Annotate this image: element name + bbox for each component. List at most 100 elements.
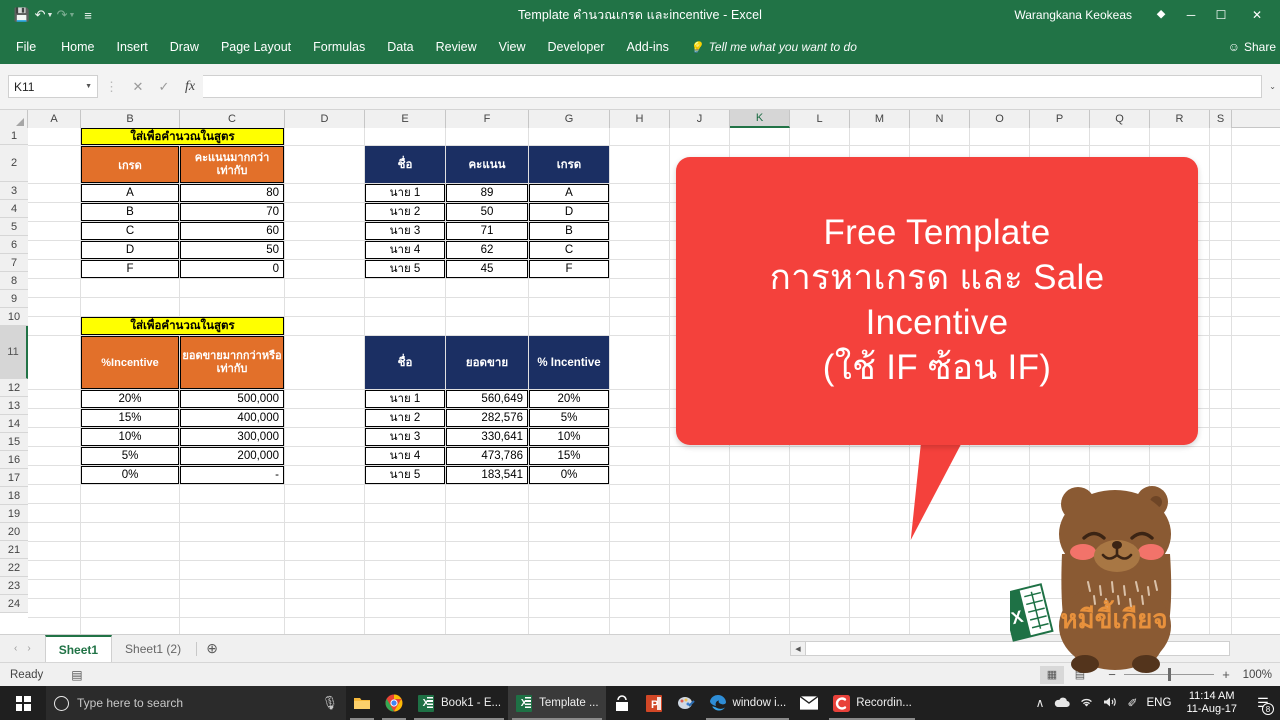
taskbar-excel-template[interactable]: X Template ... xyxy=(508,686,606,720)
restore-button[interactable]: ☐ xyxy=(1206,0,1236,30)
insert-function-icon[interactable]: fx xyxy=(177,75,203,98)
grade-lookup-score-cell[interactable]: 0 xyxy=(180,260,284,278)
grade-lookup-grade-cell[interactable]: A xyxy=(81,184,179,202)
grade-result-name-cell[interactable]: นาย 5 xyxy=(365,260,445,278)
tell-me-box[interactable]: 💡 Tell me what you want to do xyxy=(690,40,857,54)
grade-result-grade-cell[interactable]: C xyxy=(529,241,609,259)
column-header-D[interactable]: D xyxy=(285,110,365,128)
row-header-22[interactable]: 22 xyxy=(0,559,28,577)
grade-lookup-grade-cell[interactable]: C xyxy=(81,222,179,240)
column-header-C[interactable]: C xyxy=(180,110,285,128)
incentive-lookup-banner[interactable]: ใส่เพื่อคำนวณในสูตร xyxy=(81,317,284,335)
column-header-A[interactable]: A xyxy=(28,110,81,128)
row-header-4[interactable]: 4 xyxy=(0,200,28,218)
macro-record-icon[interactable]: ▤ xyxy=(71,668,82,682)
row-header-12[interactable]: 12 xyxy=(0,379,28,397)
grade-result-score-cell[interactable]: 71 xyxy=(446,222,528,240)
grade-result-score-cell[interactable]: 62 xyxy=(446,241,528,259)
incentive-lookup-sales-cell[interactable]: - xyxy=(180,466,284,484)
customize-qat-icon[interactable]: ≡ xyxy=(78,4,98,26)
row-header-10[interactable]: 10 xyxy=(0,308,28,326)
incentive-result-sales-cell[interactable]: 282,576 xyxy=(446,409,528,427)
tab-add-ins[interactable]: Add-ins xyxy=(616,30,680,64)
column-header-Q[interactable]: Q xyxy=(1090,110,1150,128)
row-header-20[interactable]: 20 xyxy=(0,523,28,541)
incentive-lookup-header-pct[interactable]: %Incentive xyxy=(81,336,179,389)
incentive-lookup-pct-cell[interactable]: 10% xyxy=(81,428,179,446)
column-header-L[interactable]: L xyxy=(790,110,850,128)
grade-result-header-score[interactable]: คะแนน xyxy=(446,146,528,183)
incentive-result-sales-cell[interactable]: 183,541 xyxy=(446,466,528,484)
zoom-level[interactable]: 100% xyxy=(1236,669,1272,681)
incentive-lookup-sales-cell[interactable]: 400,000 xyxy=(180,409,284,427)
grade-lookup-banner[interactable]: ใส่เพื่อคำนวณในสูตร xyxy=(81,128,284,145)
column-header-M[interactable]: M xyxy=(850,110,910,128)
grade-lookup-grade-cell[interactable]: F xyxy=(81,260,179,278)
incentive-result-name-cell[interactable]: นาย 5 xyxy=(365,466,445,484)
grade-result-grade-cell[interactable]: D xyxy=(529,203,609,221)
close-button[interactable]: ✕ xyxy=(1236,0,1278,30)
row-header-17[interactable]: 17 xyxy=(0,469,28,487)
grade-result-name-cell[interactable]: นาย 2 xyxy=(365,203,445,221)
taskbar-excel-book1[interactable]: X Book1 - E... xyxy=(410,686,508,720)
grade-result-name-cell[interactable]: นาย 1 xyxy=(365,184,445,202)
tab-home[interactable]: Home xyxy=(50,30,105,64)
incentive-result-header-name[interactable]: ชื่อ xyxy=(365,336,445,389)
network-icon[interactable] xyxy=(1079,696,1094,711)
incentive-result-sales-cell[interactable]: 330,641 xyxy=(446,428,528,446)
grade-result-score-cell[interactable]: 89 xyxy=(446,184,528,202)
incentive-lookup-header-sales[interactable]: ยอดขายมากกว่าหรือเท่ากับ xyxy=(180,336,284,389)
taskbar-chrome[interactable] xyxy=(378,686,410,720)
row-header-7[interactable]: 7 xyxy=(0,254,28,272)
incentive-result-pct-cell[interactable]: 15% xyxy=(529,447,609,465)
chevron-down-icon[interactable]: ▼ xyxy=(85,83,92,90)
language-indicator[interactable]: ENG xyxy=(1147,697,1172,709)
row-header-11[interactable]: 11 xyxy=(0,326,28,379)
tab-review[interactable]: Review xyxy=(425,30,488,64)
minimize-button[interactable]: ─ xyxy=(1176,0,1206,30)
redo-icon[interactable]: ↷ ▼ xyxy=(56,4,76,26)
column-header-N[interactable]: N xyxy=(910,110,970,128)
tab-developer[interactable]: Developer xyxy=(537,30,616,64)
row-header-5[interactable]: 5 xyxy=(0,218,28,236)
start-button[interactable] xyxy=(0,686,46,720)
account-name[interactable]: Warangkana Keokeas xyxy=(1014,8,1132,22)
column-header-J[interactable]: J xyxy=(670,110,730,128)
incentive-result-header-pct[interactable]: % Incentive xyxy=(529,336,609,389)
microphone-icon[interactable]: 🎙 xyxy=(321,695,338,711)
grade-result-header-name[interactable]: ชื่อ xyxy=(365,146,445,183)
column-header-E[interactable]: E xyxy=(365,110,446,128)
confirm-entry-icon[interactable]: ✓ xyxy=(151,75,177,98)
undo-icon[interactable]: ↶ ▼ xyxy=(34,4,54,26)
share-button[interactable]: ☺ Share xyxy=(1228,40,1280,54)
grade-result-header-grade[interactable]: เกรด xyxy=(529,146,609,183)
show-hidden-icons-icon[interactable]: ∧ xyxy=(1036,696,1045,710)
row-header-16[interactable]: 16 xyxy=(0,451,28,469)
tab-view[interactable]: View xyxy=(488,30,537,64)
incentive-result-header-sales[interactable]: ยอดขาย xyxy=(446,336,528,389)
grade-lookup-header-grade[interactable]: เกรด xyxy=(81,146,179,183)
row-header-24[interactable]: 24 xyxy=(0,595,28,613)
row-header-15[interactable]: 15 xyxy=(0,433,28,451)
tab-draw[interactable]: Draw xyxy=(159,30,210,64)
row-header-21[interactable]: 21 xyxy=(0,541,28,559)
grade-result-grade-cell[interactable]: A xyxy=(529,184,609,202)
incentive-result-name-cell[interactable]: นาย 1 xyxy=(365,390,445,408)
tab-data[interactable]: Data xyxy=(376,30,424,64)
incentive-result-pct-cell[interactable]: 5% xyxy=(529,409,609,427)
grade-lookup-score-cell[interactable]: 50 xyxy=(180,241,284,259)
column-header-P[interactable]: P xyxy=(1030,110,1090,128)
column-header-H[interactable]: H xyxy=(610,110,670,128)
zoom-in-button[interactable]: + xyxy=(1220,667,1232,682)
grade-lookup-grade-cell[interactable]: B xyxy=(81,203,179,221)
grade-result-grade-cell[interactable]: F xyxy=(529,260,609,278)
incentive-result-name-cell[interactable]: นาย 3 xyxy=(365,428,445,446)
row-header-18[interactable]: 18 xyxy=(0,487,28,505)
grade-lookup-score-cell[interactable]: 70 xyxy=(180,203,284,221)
taskbar-search[interactable]: Type here to search 🎙 xyxy=(46,686,346,720)
volume-icon[interactable] xyxy=(1103,696,1118,711)
incentive-lookup-pct-cell[interactable]: 0% xyxy=(81,466,179,484)
taskbar-paint[interactable] xyxy=(670,686,702,720)
incentive-lookup-pct-cell[interactable]: 5% xyxy=(81,447,179,465)
row-header-19[interactable]: 19 xyxy=(0,505,28,523)
